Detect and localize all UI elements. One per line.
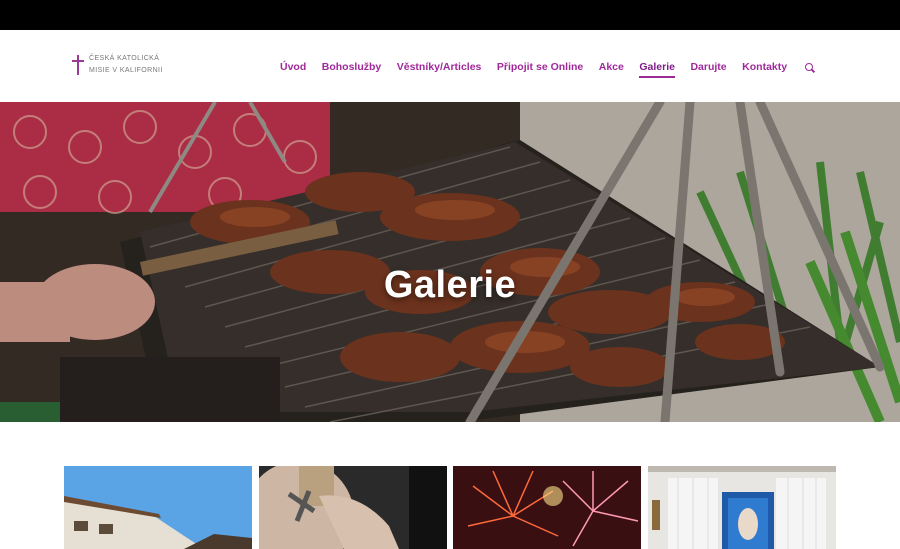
hero-banner: Galerie (0, 102, 900, 422)
gallery-thumb-fireworks[interactable] (453, 466, 641, 549)
gallery-thumb-stained-glass[interactable] (648, 466, 836, 549)
search-icon[interactable] (804, 62, 814, 72)
gallery-thumb-ash-wednesday[interactable] (259, 466, 447, 549)
nav-item-uvod[interactable]: Úvod (280, 61, 306, 73)
gallery-image-stained-glass (648, 466, 836, 549)
nav-item-pripojit-online[interactable]: Připojit se Online (497, 61, 583, 73)
logo-text: ČESKÁ KATOLICKÁ MISIE V KALIFORNII (89, 53, 163, 77)
nav-item-vestniky[interactable]: Věstníky/Articles (397, 61, 482, 73)
gallery-grid (64, 466, 836, 549)
main-nav: Úvod Bohoslužby Věstníky/Articles Připoj… (280, 59, 814, 78)
nav-item-kontakty[interactable]: Kontakty (742, 61, 787, 73)
gallery-thumb-church-building[interactable] (64, 466, 252, 549)
site-logo[interactable]: ČESKÁ KATOLICKÁ MISIE V KALIFORNII (72, 52, 163, 78)
hero-grill-image (0, 102, 900, 422)
site-header: ČESKÁ KATOLICKÁ MISIE V KALIFORNII Úvod … (0, 30, 900, 102)
logo-line-1: ČESKÁ KATOLICKÁ (89, 55, 160, 62)
nav-item-darujte[interactable]: Darujte (690, 61, 726, 73)
gallery-image-ash-cross (259, 466, 447, 549)
page-title: Galerie (383, 264, 517, 307)
nav-item-bohosluzby[interactable]: Bohoslužby (322, 61, 382, 73)
cross-icon (72, 55, 84, 75)
top-black-bar (0, 0, 900, 30)
gallery-image-church (64, 466, 252, 549)
gallery-image-fireworks (453, 466, 641, 549)
logo-line-2: MISIE V KALIFORNII (89, 67, 163, 74)
nav-item-akce[interactable]: Akce (599, 61, 624, 73)
nav-item-galerie[interactable]: Galerie (639, 61, 675, 78)
